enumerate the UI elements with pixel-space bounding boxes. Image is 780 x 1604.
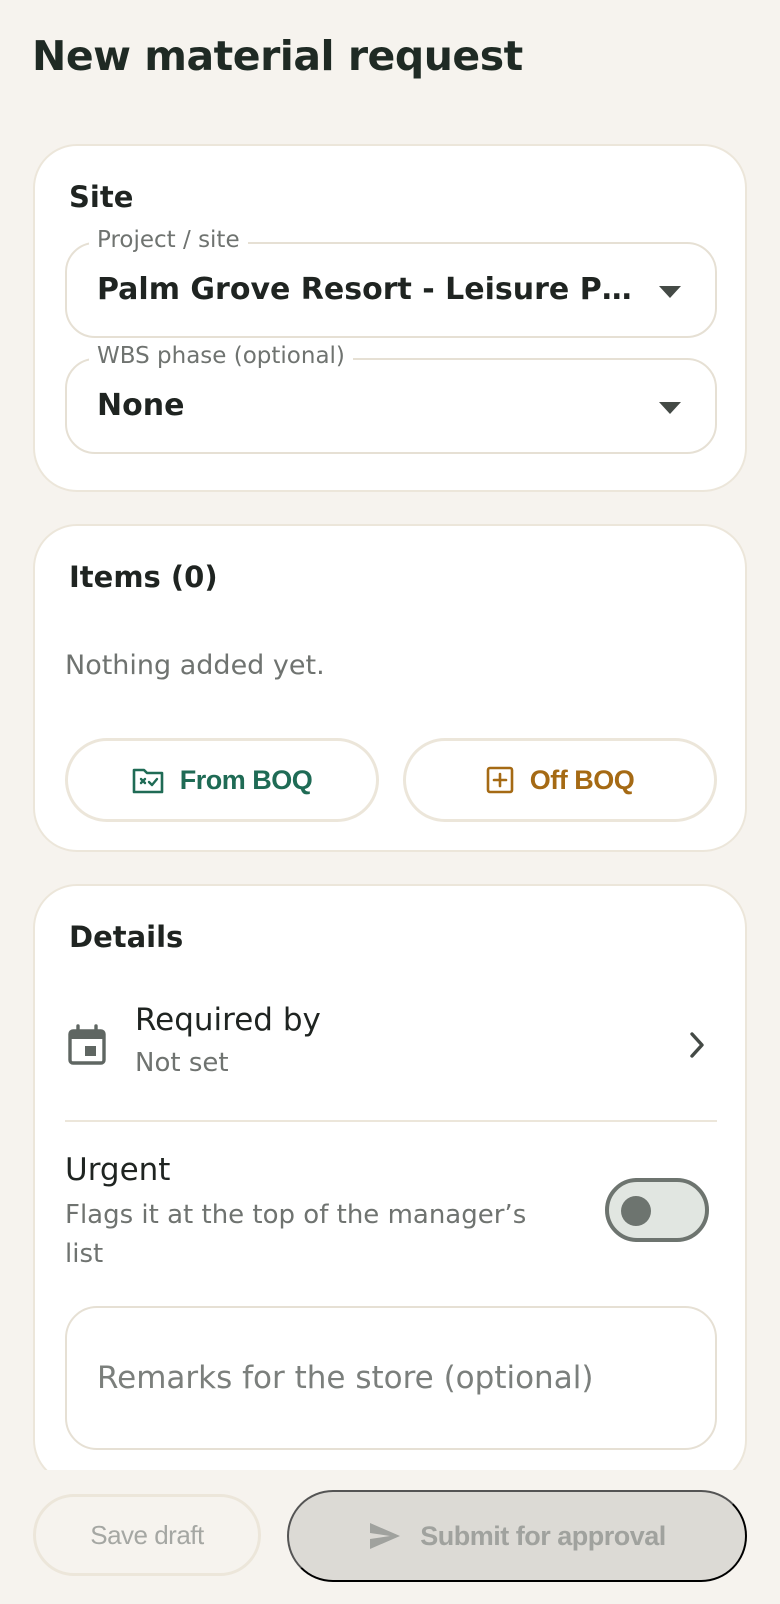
urgent-description: Flags it at the top of the manager’s lis… [65, 1200, 527, 1269]
required-by-row[interactable]: Required by Not set [65, 990, 717, 1110]
wbs-phase-select[interactable]: WBS phase (optional) None [65, 343, 717, 454]
required-by-label: Required by [135, 1002, 321, 1038]
submit-for-approval-button[interactable]: Submit for approval [287, 1490, 747, 1582]
details-card-title: Details [69, 920, 184, 954]
wbs-phase-value: None [97, 388, 185, 423]
new-material-request-screen: New material request Site Project / site… [0, 0, 780, 1604]
wbs-phase-label: WBS phase (optional) [89, 343, 353, 369]
items-card: Items (0) Nothing added yet. From BOQ Of… [33, 524, 747, 852]
site-card: Site Project / site Palm Grove Resort - … [33, 144, 747, 492]
urgent-label: Urgent [65, 1152, 171, 1188]
from-boq-label: From BOQ [179, 764, 313, 795]
bottom-action-bar: Save draft Submit for approval [0, 1470, 780, 1604]
chevron-right-icon [690, 1032, 704, 1058]
toggle-knob [621, 1196, 651, 1226]
project-site-select[interactable]: Project / site Palm Grove Resort - Leisu… [65, 227, 717, 338]
site-card-title: Site [69, 180, 134, 214]
off-boq-label: Off BOQ [529, 764, 635, 795]
dropdown-caret-icon [659, 402, 681, 414]
save-draft-button[interactable]: Save draft [33, 1494, 261, 1576]
items-card-title: Items (0) [69, 560, 218, 594]
dropdown-caret-icon [659, 286, 681, 298]
send-icon [370, 1523, 401, 1549]
details-card: Details Required by Not set Urgent Flags… [33, 884, 747, 1484]
from-boq-button[interactable]: From BOQ [65, 738, 379, 822]
calendar-icon [68, 1024, 106, 1065]
folder-check-icon [132, 768, 164, 794]
remarks-input[interactable] [65, 1306, 717, 1450]
items-empty-text: Nothing added yet. [65, 650, 325, 681]
project-site-value: Palm Grove Resort - Leisure Pool Complex [97, 272, 637, 307]
required-by-value: Not set [135, 1048, 229, 1078]
page-title: New material request [32, 32, 523, 80]
submit-label: Submit for approval [420, 1520, 666, 1551]
project-site-label: Project / site [89, 227, 248, 253]
off-boq-button[interactable]: Off BOQ [403, 738, 717, 822]
save-draft-label: Save draft [90, 1519, 204, 1550]
divider [65, 1120, 717, 1122]
plus-square-icon [486, 766, 514, 794]
urgent-toggle[interactable] [605, 1178, 709, 1242]
